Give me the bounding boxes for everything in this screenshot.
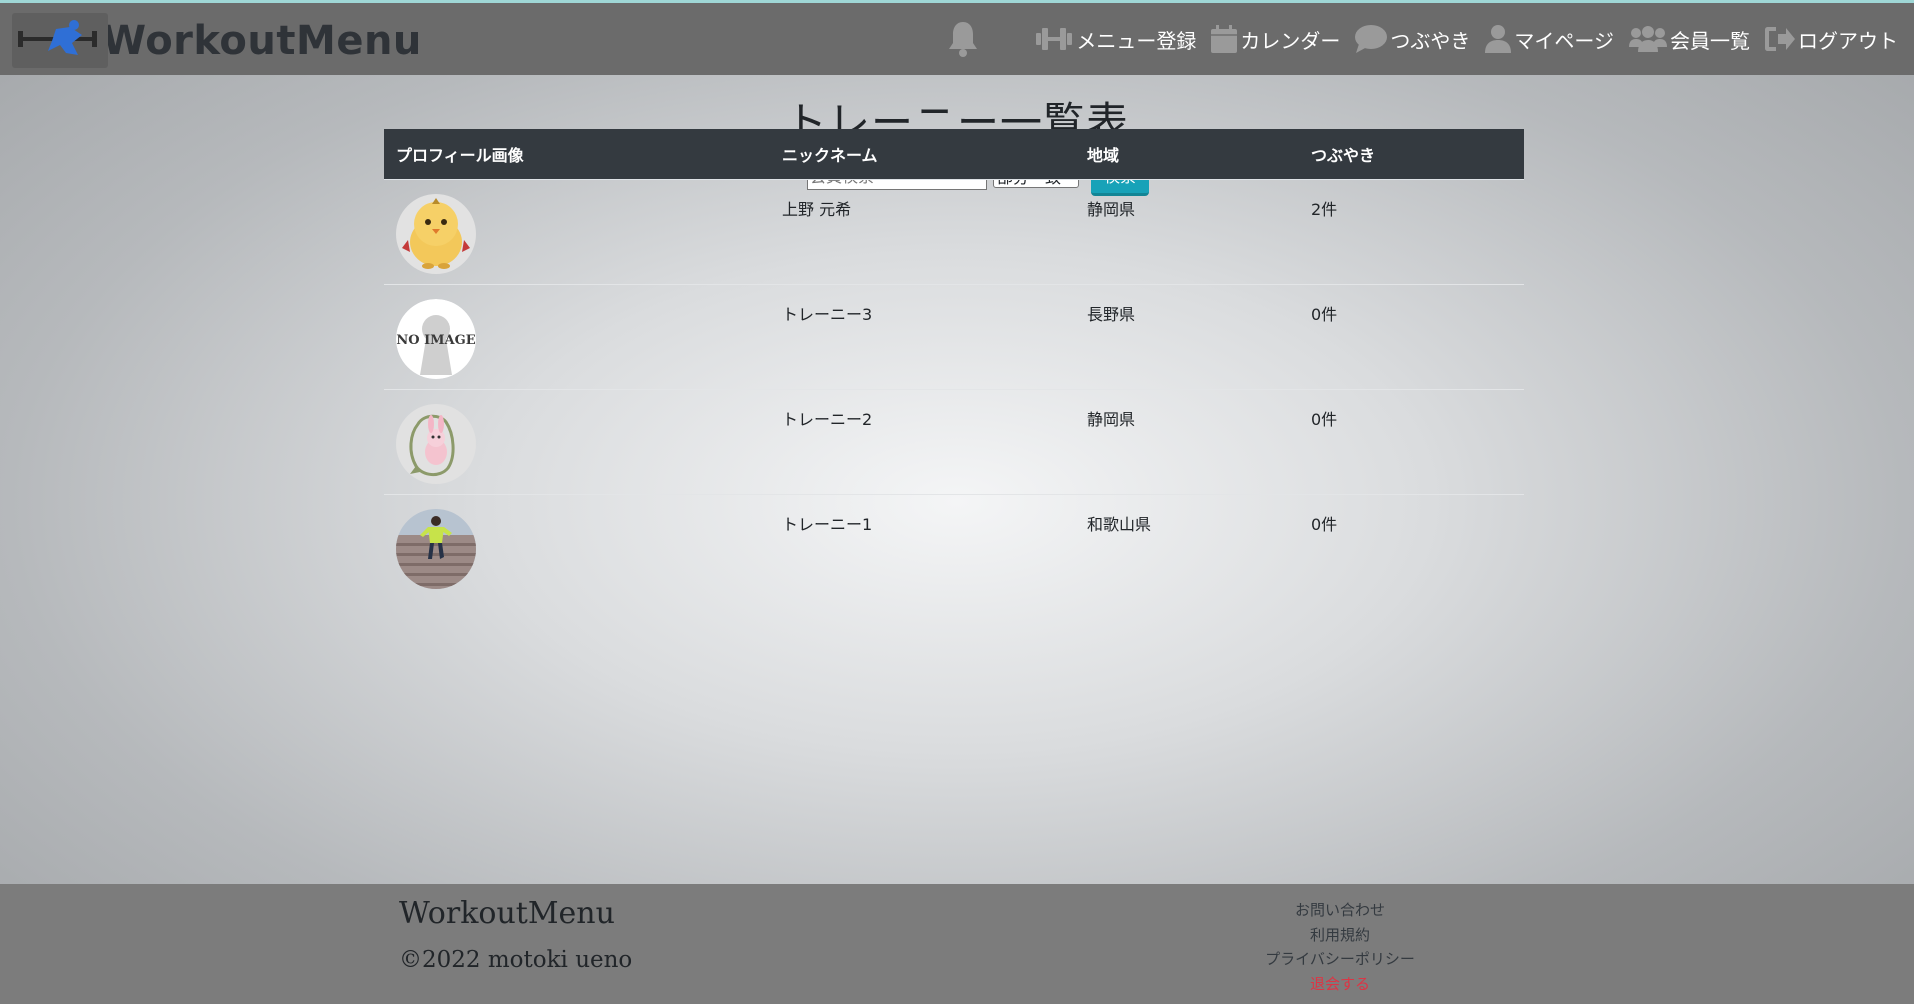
table-row: 上野 元希 静岡県 2件 bbox=[384, 178, 1524, 284]
posts-cell: 0件 bbox=[1299, 388, 1524, 494]
col-header-region: 地域 bbox=[1075, 129, 1299, 179]
rabbit-avatar[interactable] bbox=[396, 403, 476, 484]
chick-avatar[interactable] bbox=[396, 193, 476, 274]
nickname-cell[interactable]: トレーニー2 bbox=[770, 388, 1075, 494]
nav-mypage[interactable]: マイページ bbox=[1484, 24, 1614, 54]
table-header-row: プロフィール画像 ニックネーム 地域 つぶやき bbox=[384, 129, 1524, 179]
nav-menu-register[interactable]: メニュー登録 bbox=[1034, 25, 1196, 54]
nav-members[interactable]: 会員一覧 bbox=[1628, 25, 1750, 54]
footer-brand: WorkoutMenu bbox=[399, 896, 615, 931]
col-header-posts: つぶやき bbox=[1299, 129, 1524, 179]
nav-tweets-label: つぶやき bbox=[1390, 28, 1471, 53]
col-header-profile-image: プロフィール画像 bbox=[384, 129, 770, 179]
nav-menu-register-label: メニュー登録 bbox=[1076, 28, 1197, 53]
comment-icon bbox=[1355, 25, 1388, 53]
region-cell: 和歌山県 bbox=[1075, 493, 1299, 599]
footer-copyright: ©2022 motoki ueno bbox=[399, 947, 633, 973]
footer: WorkoutMenu ©2022 motoki ueno お問い合わせ 利用規… bbox=[0, 884, 1914, 1004]
table-row: トレーニー2 静岡県 0件 bbox=[384, 388, 1524, 494]
bell-icon[interactable] bbox=[946, 19, 980, 59]
nav-calendar-label: カレンダー bbox=[1240, 28, 1341, 53]
posts-cell: 2件 bbox=[1299, 178, 1524, 284]
table-row: NO IMAGE トレーニー3 長野県 0件 bbox=[384, 283, 1524, 389]
nav-calendar[interactable]: カレンダー bbox=[1210, 24, 1340, 54]
brand-link[interactable]: WorkoutMenu bbox=[12, 13, 422, 68]
logo-icon bbox=[12, 13, 108, 68]
posts-cell: 0件 bbox=[1299, 493, 1524, 599]
no-image-avatar[interactable]: NO IMAGE bbox=[396, 298, 476, 379]
nav-members-label: 会員一覧 bbox=[1670, 28, 1750, 53]
nickname-cell[interactable]: トレーニー3 bbox=[770, 283, 1075, 389]
nav-mypage-label: マイページ bbox=[1514, 28, 1614, 53]
terms-link[interactable]: 利用規約 bbox=[1240, 923, 1440, 948]
sign-out-icon bbox=[1765, 27, 1795, 51]
table-row: トレーニー1 和歌山県 0件 bbox=[384, 493, 1524, 599]
members-table: プロフィール画像 ニックネーム 地域 つぶやき 上野 元希 静岡県 2件 NO … bbox=[384, 129, 1524, 599]
runner-photo-avatar[interactable] bbox=[396, 508, 476, 589]
navbar: WorkoutMenu メニュー登録 カレンダー つぶやき マイページ 会員一覧… bbox=[0, 3, 1914, 75]
nickname-cell[interactable]: トレーニー1 bbox=[770, 493, 1075, 599]
svg-text:NO IMAGE: NO IMAGE bbox=[396, 333, 475, 348]
nav-logout[interactable]: ログアウト bbox=[1764, 25, 1898, 54]
region-cell: 長野県 bbox=[1075, 283, 1299, 389]
users-icon bbox=[1629, 26, 1667, 52]
nickname-cell[interactable]: 上野 元希 bbox=[770, 178, 1075, 284]
user-icon bbox=[1485, 25, 1512, 53]
withdraw-link[interactable]: 退会する bbox=[1240, 972, 1440, 997]
footer-links: お問い合わせ 利用規約 プライバシーポリシー 退会する bbox=[1240, 898, 1440, 996]
nav-tweets[interactable]: つぶやき bbox=[1354, 24, 1470, 54]
posts-cell: 0件 bbox=[1299, 283, 1524, 389]
calendar-icon bbox=[1211, 25, 1238, 53]
col-header-nickname: ニックネーム bbox=[770, 129, 1075, 179]
privacy-policy-link[interactable]: プライバシーポリシー bbox=[1240, 947, 1440, 972]
dumbbell-icon bbox=[1036, 28, 1073, 50]
region-cell: 静岡県 bbox=[1075, 178, 1299, 284]
contact-link[interactable]: お問い合わせ bbox=[1240, 898, 1440, 923]
brand-name: WorkoutMenu bbox=[102, 17, 422, 64]
region-cell: 静岡県 bbox=[1075, 388, 1299, 494]
nav-logout-label: ログアウト bbox=[1798, 28, 1898, 53]
nav-menu: メニュー登録 カレンダー つぶやき マイページ 会員一覧 ログアウト bbox=[946, 3, 1898, 75]
